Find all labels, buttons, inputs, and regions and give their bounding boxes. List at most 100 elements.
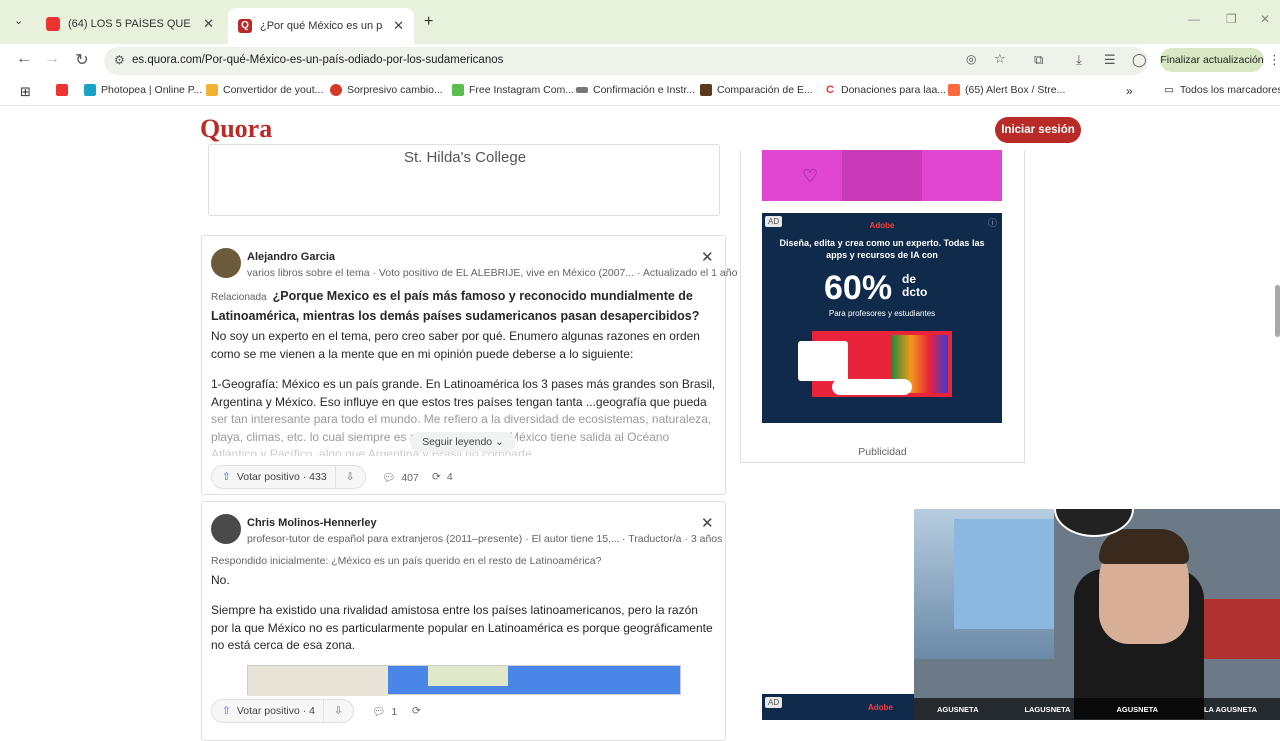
tab-quora[interactable]: Q ¿Por qué México es un país odia ✕: [228, 8, 414, 44]
webcam-hair: [1099, 529, 1189, 564]
url-text: es.quora.com/Por-qué-México-es-un-país-o…: [132, 54, 504, 66]
profile-icon[interactable]: ◯: [1132, 52, 1147, 68]
author-name[interactable]: Alejandro Garcia: [247, 251, 335, 263]
ad-badge: AD: [765, 697, 783, 708]
avatar[interactable]: [211, 514, 241, 544]
close-icon[interactable]: ✕: [701, 514, 714, 532]
answer-paragraph: Siempre ha existido una rivalidad amisto…: [211, 603, 713, 652]
answer-image[interactable]: [247, 665, 681, 696]
webcam-bike: [1204, 599, 1280, 659]
ad-brand: Adobe: [869, 221, 895, 230]
vote-pill: ⇧ Votar positivo · 4 ⇩: [211, 699, 354, 723]
comments-button[interactable]: 💬︎ 407: [382, 471, 419, 485]
scrollbar-thumb[interactable]: [1275, 285, 1280, 337]
close-tab-icon[interactable]: ✕: [393, 18, 404, 34]
bookmark-alertbox[interactable]: (65) Alert Box / Stre...: [948, 84, 1065, 96]
ad-banner[interactable]: AD ⓘ Adobe Diseña, edita y crea como un …: [762, 213, 1002, 423]
answer-short: No.: [211, 573, 230, 587]
reload-icon[interactable]: ↻: [72, 50, 92, 70]
ad-figure: [842, 150, 922, 201]
tab-strip: ⌄ (64) LOS 5 PAÍSES QUE MÁS OD ✕ Q ¿Por …: [0, 0, 1280, 44]
login-button[interactable]: Iniciar sesión: [995, 117, 1081, 143]
forward-icon[interactable]: →: [42, 50, 62, 68]
upvote-button[interactable]: ⇧ Votar positivo · 433: [212, 466, 336, 488]
answer-card: Alejandro Garcia varios libros sobre el …: [201, 235, 737, 495]
new-tab-icon[interactable]: +: [424, 13, 433, 31]
streamlabs-icon: [948, 84, 960, 96]
downvote-icon[interactable]: ⇩: [336, 471, 365, 483]
ad-headline: Diseña, edita y crea como un experto. To…: [779, 238, 985, 260]
bookmark-convertidor[interactable]: Convertidor de yout...: [206, 84, 323, 96]
apps-icon[interactable]: ⊞: [20, 84, 31, 100]
author-credential: varios libros sobre el tema · Voto posit…: [247, 267, 738, 279]
bookmark-confirmacion[interactable]: Confirmación e Instr...: [576, 84, 695, 96]
college-name: St. Hilda's College: [403, 149, 527, 166]
ad-subtitle: Para profesores y estudiantes: [828, 309, 936, 318]
folder-icon: [206, 84, 218, 96]
menu-icon[interactable]: ⋮: [1268, 52, 1280, 68]
webcam-poster: [954, 519, 1054, 629]
restore-icon[interactable]: ❐: [1226, 12, 1237, 26]
star-icon[interactable]: ☆: [994, 51, 1006, 67]
webcam-overlay: AGUSNETA LAGUSNETA AGUSNETA LA AGUSNETA: [914, 509, 1280, 720]
extensions-icon[interactable]: ⧉: [1034, 52, 1043, 68]
upvote-button[interactable]: ⇧ Votar positivo · 4: [212, 700, 325, 722]
ad-image-top[interactable]: ♡: [762, 150, 1002, 201]
bookmark-donaciones[interactable]: C Donaciones para laa...: [824, 84, 946, 96]
eye-off-icon[interactable]: ◎: [966, 52, 976, 66]
site-info-icon[interactable]: ⚙: [114, 53, 125, 67]
all-bookmarks[interactable]: ▭ Todos los marcadores: [1164, 84, 1280, 96]
leaf-icon: [452, 84, 464, 96]
author-name[interactable]: Chris Molinos-Hennerley: [247, 517, 377, 529]
continue-reading-button[interactable]: Seguir leyendo ⌄: [410, 432, 516, 452]
site-icon: [700, 84, 712, 96]
share-icon: ⟳: [412, 705, 421, 717]
minimize-icon[interactable]: —: [1188, 12, 1200, 26]
ad-screen: [798, 341, 848, 381]
close-icon[interactable]: ✕: [701, 248, 714, 266]
share-button[interactable]: ⟳: [412, 705, 421, 717]
upvote-icon: ⇧: [222, 705, 231, 717]
youtube-bookmark-icon[interactable]: [56, 84, 73, 96]
tab-title: (64) LOS 5 PAÍSES QUE MÁS OD: [68, 18, 193, 30]
link-icon: [576, 87, 588, 93]
close-tab-icon[interactable]: ✕: [203, 16, 214, 32]
related-question[interactable]: Relacionada ¿Porque Mexico es el país más…: [211, 287, 711, 326]
bookmark-sorpresivo[interactable]: Sorpresivo cambio...: [330, 84, 443, 96]
bookmark-photopea[interactable]: Photopea | Online P...: [84, 84, 202, 96]
address-bar[interactable]: ⚙ es.quora.com/Por-qué-México-es-un-país…: [104, 47, 1148, 75]
media-icon[interactable]: ☰: [1104, 52, 1116, 68]
more-bookmarks-icon[interactable]: »: [1126, 84, 1133, 98]
download-icon[interactable]: ⤓: [1076, 52, 1082, 68]
close-window-icon[interactable]: ✕: [1260, 12, 1270, 26]
instagram-handle: AGUSNETA: [936, 704, 979, 714]
photopea-icon: [84, 84, 96, 96]
comments-button[interactable]: 💬︎ 1: [372, 705, 397, 719]
downvote-icon[interactable]: ⇩: [324, 705, 353, 717]
folder-icon: ▭: [1164, 84, 1174, 96]
college-card: St. Hilda's College: [208, 144, 720, 216]
ad-percent: 60%: [824, 269, 893, 307]
back-icon[interactable]: ←: [14, 50, 34, 68]
map-land: [248, 666, 388, 696]
update-button[interactable]: Finalizar actualización: [1160, 48, 1264, 72]
answer-paragraph: No soy un experto en el tema, pero creo …: [211, 329, 700, 361]
share-icon: ⟳: [432, 471, 441, 483]
quora-logo[interactable]: Quora: [200, 114, 272, 144]
bookmark-instagram[interactable]: Free Instagram Com...: [452, 84, 574, 96]
answered-question[interactable]: Respondido inicialmente: ¿México es un p…: [211, 555, 601, 567]
upvote-icon: ⇧: [222, 471, 231, 483]
tab-youtube[interactable]: (64) LOS 5 PAÍSES QUE MÁS OD ✕: [36, 8, 224, 40]
ad-banner-bottom[interactable]: AD Adobe: [762, 694, 914, 720]
share-button[interactable]: ⟳ 4: [432, 471, 453, 483]
avatar[interactable]: [211, 248, 241, 278]
author-credential: profesor-tutor de español para extranjer…: [247, 533, 620, 545]
ad-artwork: [798, 331, 952, 397]
youtube-handle: LA AGUSNETA: [1203, 704, 1258, 714]
heart-icon: ♡: [802, 166, 819, 186]
tab-search-icon[interactable]: ⌄: [14, 14, 23, 27]
map-land: [428, 666, 508, 686]
tab-title: ¿Por qué México es un país odia: [260, 20, 383, 32]
bookmark-comparacion[interactable]: Comparación de E...: [700, 84, 813, 96]
ad-clouds: [832, 379, 912, 395]
